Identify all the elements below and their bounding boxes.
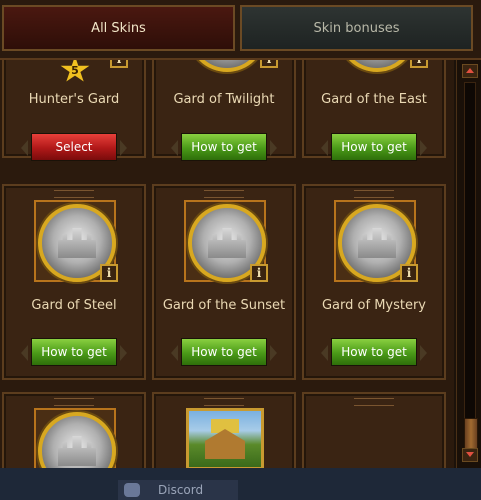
card-ornament <box>204 398 244 406</box>
arrow-left-icon <box>171 345 178 361</box>
how-to-get-button[interactable]: How to get <box>181 338 267 366</box>
info-icon[interactable]: i <box>260 60 278 68</box>
how-to-get-button[interactable]: How to get <box>31 338 117 366</box>
castle-icon <box>58 436 96 466</box>
skin-frame: i <box>34 200 118 284</box>
skin-frame: i <box>334 60 428 74</box>
arrow-right-icon <box>120 140 127 156</box>
how-to-get-button[interactable]: How to get <box>181 133 267 161</box>
arrow-left-icon <box>21 345 28 361</box>
skin-name: Gard of the Sunset <box>162 298 286 313</box>
skin-portrait <box>338 60 416 72</box>
skin-name: Hunter's Gard <box>28 92 120 107</box>
card-ornament <box>354 190 394 198</box>
skin-card-gard-of-steel: i Gard of Steel How to get <box>2 184 146 380</box>
skin-tabs: All Skins Skin bonuses <box>0 0 481 60</box>
skin-frame: i <box>184 200 268 284</box>
arrow-right-icon <box>420 140 427 156</box>
arrow-right-icon <box>120 345 127 361</box>
select-button-wrap: Select <box>21 133 127 163</box>
info-icon[interactable]: i <box>110 60 128 68</box>
arrow-left-icon <box>321 140 328 156</box>
scroll-track[interactable] <box>464 82 476 444</box>
card-ornament <box>54 398 94 406</box>
skin-card-gard-of-mystery: i Gard of Mystery How to get <box>302 184 446 380</box>
skin-card-hunters-gard: 5 i Hunter's Gard Select <box>2 60 146 161</box>
discord-button[interactable]: Discord <box>118 480 238 500</box>
skin-name: Gard of Steel <box>31 298 117 313</box>
info-icon[interactable]: i <box>100 264 118 282</box>
arrow-right-icon <box>420 345 427 361</box>
how-to-get-button[interactable]: How to get <box>331 133 417 161</box>
arrow-right-icon <box>270 345 277 361</box>
skin-name: Gard of the East <box>321 92 427 107</box>
skin-name: Gard of Twilight <box>173 92 275 107</box>
tab-all-skins[interactable]: All Skins <box>2 5 235 51</box>
bottom-bar <box>0 468 481 500</box>
how-to-get-button-wrap: How to get <box>171 133 277 163</box>
select-button[interactable]: Select <box>31 133 117 161</box>
skin-card-gard-of-the-sunset: i Gard of the Sunset How to get <box>152 184 296 380</box>
skin-frame: i <box>44 60 128 74</box>
skin-thumbnail <box>186 408 264 470</box>
castle-icon <box>208 228 246 258</box>
skin-card-gard-of-the-east: i Gard of the East How to get <box>302 60 446 161</box>
arrow-left-icon <box>321 345 328 361</box>
how-to-get-button[interactable]: How to get <box>331 338 417 366</box>
skin-grid: 5 i Hunter's Gard Select i Gard of Twili… <box>0 60 454 500</box>
card-ornament <box>354 398 394 406</box>
castle-icon <box>58 228 96 258</box>
scroll-up-icon[interactable] <box>462 64 478 78</box>
how-to-get-button-wrap: How to get <box>171 338 277 368</box>
arrow-left-icon <box>171 140 178 156</box>
how-to-get-button-wrap: How to get <box>321 338 427 368</box>
castle-icon <box>358 228 396 258</box>
arrow-right-icon <box>270 140 277 156</box>
card-ornament <box>54 190 94 198</box>
how-to-get-button-wrap: How to get <box>21 338 127 368</box>
info-icon[interactable]: i <box>410 60 428 68</box>
skin-frame: i <box>334 200 418 284</box>
info-icon[interactable]: i <box>250 264 268 282</box>
how-to-get-button-wrap: How to get <box>321 133 427 163</box>
arrow-left-icon <box>21 140 28 156</box>
skin-frame: i <box>184 60 278 74</box>
skin-card-gard-of-twilight: i Gard of Twilight How to get <box>152 60 296 161</box>
skin-name: Gard of Mystery <box>321 298 427 313</box>
vertical-scrollbar[interactable] <box>456 60 481 468</box>
scroll-down-icon[interactable] <box>462 448 478 462</box>
discord-icon <box>124 483 140 497</box>
castle-icon <box>205 429 245 459</box>
card-ornament <box>204 190 244 198</box>
scroll-thumb[interactable] <box>464 418 478 450</box>
info-icon[interactable]: i <box>400 264 418 282</box>
tab-skin-bonuses[interactable]: Skin bonuses <box>240 5 473 51</box>
discord-label: Discord <box>158 483 204 497</box>
skin-portrait <box>188 60 266 72</box>
